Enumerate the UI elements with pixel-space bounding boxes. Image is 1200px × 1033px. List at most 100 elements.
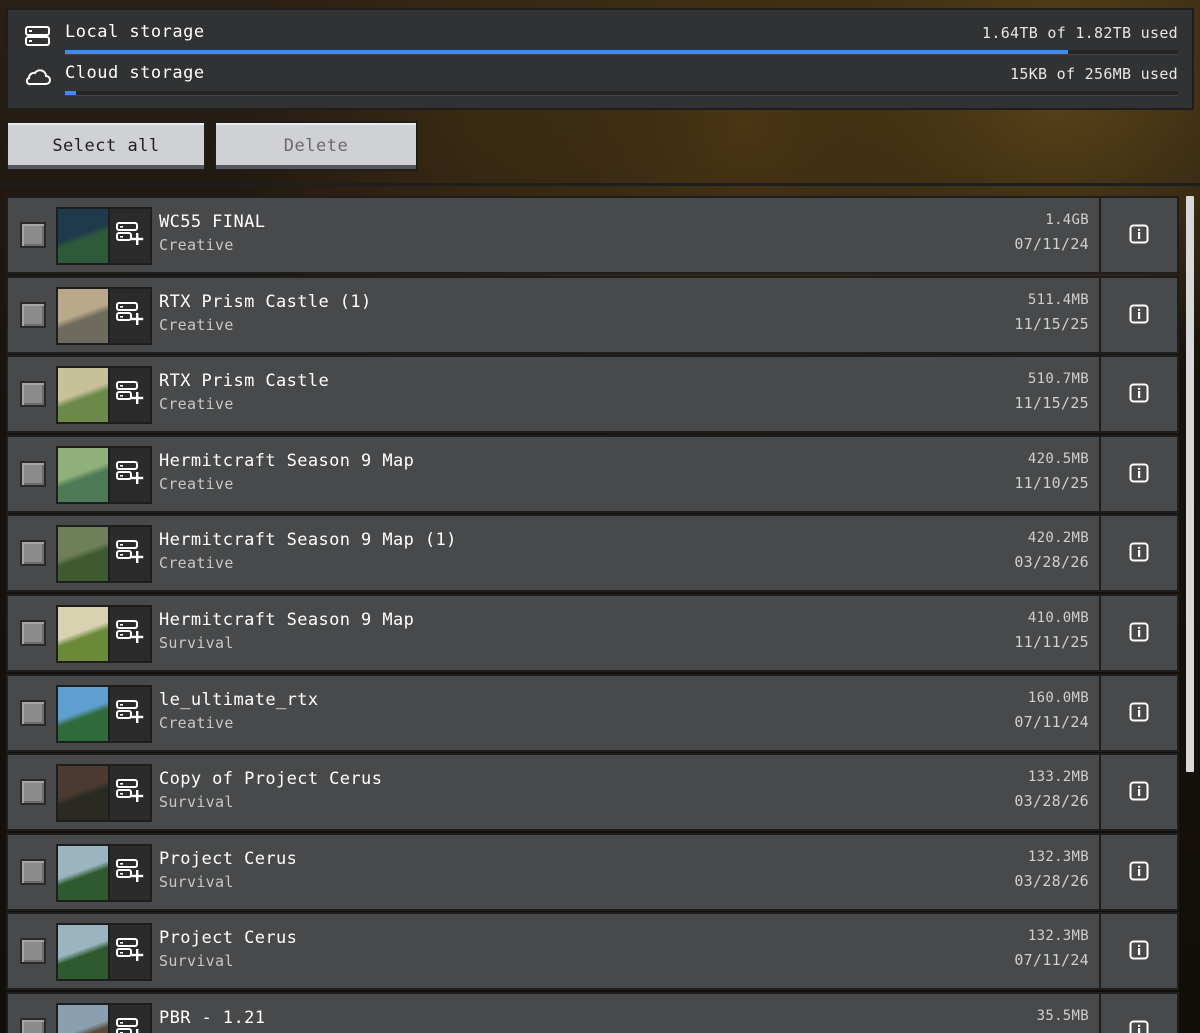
world-mode: Creative <box>159 554 234 572</box>
info-button[interactable] <box>1099 437 1177 511</box>
world-row[interactable]: Hermitcraft Season 9 Map Survival 410.0M… <box>6 594 1179 672</box>
info-button[interactable] <box>1099 596 1177 670</box>
select-checkbox[interactable] <box>20 620 46 646</box>
info-button[interactable] <box>1099 755 1177 829</box>
world-mode: Creative <box>159 395 234 413</box>
cloud-icon <box>24 65 52 89</box>
world-name: RTX Prism Castle (1) <box>159 292 372 312</box>
server-add-icon <box>116 381 144 404</box>
server-icon <box>24 24 52 48</box>
select-checkbox[interactable] <box>20 700 46 726</box>
cloud-storage-usage: 15KB of 256MB used <box>1010 65 1178 83</box>
world-date: 11/15/25 <box>1014 394 1089 412</box>
world-preview-image <box>58 368 110 422</box>
world-date: 03/28/26 <box>1014 553 1089 571</box>
info-button[interactable] <box>1099 357 1177 431</box>
world-name: Project Cerus <box>159 849 298 869</box>
world-date: 07/11/24 <box>1014 235 1089 253</box>
select-checkbox[interactable] <box>20 540 46 566</box>
select-checkbox[interactable] <box>20 779 46 805</box>
world-thumbnail <box>56 366 152 424</box>
world-thumbnail <box>56 685 152 743</box>
world-row[interactable]: Project Cerus Survival 132.3MB 03/28/26 <box>6 833 1179 911</box>
local-server-badge <box>108 766 150 820</box>
select-checkbox[interactable] <box>20 302 46 328</box>
info-icon <box>1129 940 1149 960</box>
local-storage-bar-fill <box>65 50 1068 54</box>
world-name: Copy of Project Cerus <box>159 769 383 789</box>
local-server-badge <box>108 209 150 263</box>
local-server-badge <box>108 925 150 979</box>
world-mode: Creative <box>159 475 234 493</box>
cloud-storage-label: Cloud storage <box>65 63 205 83</box>
storage-panel: Local storage 1.64TB of 1.82TB used Clou… <box>6 8 1194 110</box>
local-storage-usage: 1.64TB of 1.82TB used <box>982 24 1178 42</box>
info-button[interactable] <box>1099 278 1177 352</box>
world-row[interactable]: Project Cerus Survival 132.3MB 07/11/24 <box>6 912 1179 990</box>
world-thumbnail <box>56 844 152 902</box>
info-button[interactable] <box>1099 914 1177 988</box>
world-preview-image <box>58 687 110 741</box>
world-row[interactable]: RTX Prism Castle (1) Creative 511.4MB 11… <box>6 276 1179 354</box>
local-storage-row: Local storage 1.64TB of 1.82TB used <box>8 16 1192 56</box>
world-thumbnail <box>56 446 152 504</box>
info-icon <box>1129 781 1149 801</box>
world-thumbnail <box>56 1003 152 1033</box>
select-checkbox[interactable] <box>20 1018 46 1033</box>
world-row[interactable]: Copy of Project Cerus Survival 133.2MB 0… <box>6 753 1179 831</box>
server-add-icon <box>116 779 144 802</box>
local-server-badge <box>108 1005 150 1033</box>
world-preview-image <box>58 209 110 263</box>
local-server-badge <box>108 527 150 581</box>
info-icon <box>1129 542 1149 562</box>
info-icon <box>1129 383 1149 403</box>
world-date: 07/11/24 <box>1014 713 1089 731</box>
world-size: 132.3MB <box>1027 928 1089 944</box>
delete-button[interactable]: Delete <box>214 121 418 171</box>
server-add-icon <box>116 700 144 723</box>
world-thumbnail <box>56 605 152 663</box>
local-server-badge <box>108 448 150 502</box>
scrollbar[interactable] <box>1186 196 1194 772</box>
world-preview-image <box>58 289 110 343</box>
select-checkbox[interactable] <box>20 222 46 248</box>
world-size: 1.4GB <box>1045 212 1089 228</box>
world-row[interactable]: le_ultimate_rtx Creative 160.0MB 07/11/2… <box>6 674 1179 752</box>
world-row[interactable]: PBR - 1.21 35.5MB <box>6 992 1179 1033</box>
local-server-badge <box>108 607 150 661</box>
select-checkbox[interactable] <box>20 381 46 407</box>
world-date: 03/28/26 <box>1014 872 1089 890</box>
server-add-icon <box>116 461 144 484</box>
world-mode: Creative <box>159 236 234 254</box>
world-row[interactable]: RTX Prism Castle Creative 510.7MB 11/15/… <box>6 355 1179 433</box>
server-add-icon <box>116 1018 139 1033</box>
local-server-badge <box>108 846 150 900</box>
world-preview-image <box>58 846 110 900</box>
server-add-icon <box>116 302 144 325</box>
info-button[interactable] <box>1099 198 1177 272</box>
world-name: WC55 FINAL <box>159 212 266 232</box>
world-name: le_ultimate_rtx <box>159 690 319 710</box>
cloud-storage-row: Cloud storage 15KB of 256MB used <box>8 57 1192 97</box>
info-icon <box>1129 1020 1149 1033</box>
select-checkbox[interactable] <box>20 859 46 885</box>
world-preview-image <box>58 448 110 502</box>
select-checkbox[interactable] <box>20 938 46 964</box>
world-row[interactable]: Hermitcraft Season 9 Map Creative 420.5M… <box>6 435 1179 513</box>
info-button[interactable] <box>1099 676 1177 750</box>
info-button[interactable] <box>1099 516 1177 590</box>
server-add-icon <box>116 620 144 643</box>
local-storage-bar <box>65 50 1178 55</box>
world-thumbnail <box>56 923 152 981</box>
world-size: 132.3MB <box>1027 849 1089 865</box>
select-checkbox[interactable] <box>20 461 46 487</box>
world-preview-image <box>58 766 110 820</box>
info-button[interactable] <box>1099 994 1177 1033</box>
world-size: 420.2MB <box>1027 530 1089 546</box>
world-row[interactable]: Hermitcraft Season 9 Map (1) Creative 42… <box>6 514 1179 592</box>
world-mode: Survival <box>159 952 234 970</box>
info-button[interactable] <box>1099 835 1177 909</box>
world-row[interactable]: WC55 FINAL Creative 1.4GB 07/11/24 <box>6 196 1179 274</box>
select-all-button[interactable]: Select all <box>6 121 206 171</box>
world-size: 35.5MB <box>1036 1008 1089 1024</box>
